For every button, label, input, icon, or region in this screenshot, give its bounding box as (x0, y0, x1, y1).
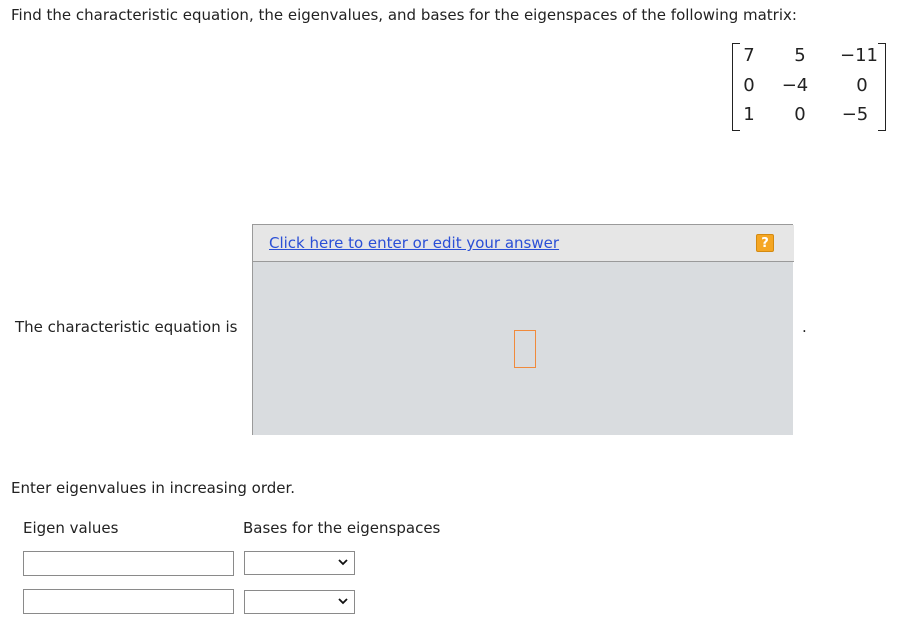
matrix-cell-r2c3: 0 (856, 75, 868, 96)
answer-entry-box[interactable] (514, 330, 536, 368)
matrix-cell-r1c3: −11 (840, 45, 878, 66)
chevron-down-icon (338, 559, 348, 566)
eigenvalue-instruction: Enter eigenvalues in increasing order. (11, 479, 296, 497)
matrix-cell-r3c3: −5 (841, 104, 869, 125)
question-help-icon[interactable]: ? (756, 234, 774, 252)
characteristic-equation-label: The characteristic equation is (15, 318, 238, 336)
matrix-cell-r3c2: 0 (794, 104, 806, 125)
matrix-cell-r1c1: 7 (743, 45, 755, 66)
answer-panel-header: Click here to enter or edit your answer … (253, 225, 794, 262)
matrix-cell-r3c1: 1 (743, 104, 755, 125)
sentence-period: . (802, 318, 807, 336)
question-prompt: Find the characteristic equation, the ei… (11, 6, 797, 24)
matrix-cell-r2c1: 0 (743, 75, 755, 96)
chevron-down-icon (338, 598, 348, 605)
eigenvalues-column-header: Eigen values (23, 519, 119, 537)
matrix-cell-r1c2: 5 (794, 45, 806, 66)
bases-column-header: Bases for the eigenspaces (243, 519, 441, 537)
enter-answer-link[interactable]: Click here to enter or edit your answer (269, 234, 559, 252)
matrix: 7 5 −11 0 −4 0 1 0 −5 (732, 43, 886, 131)
basis-dropdown-2[interactable] (244, 590, 355, 614)
answer-panel[interactable]: Click here to enter or edit your answer … (252, 224, 794, 435)
eigenvalue-input-1[interactable] (23, 551, 234, 576)
eigenvalue-input-2[interactable] (23, 589, 234, 614)
matrix-cell-r2c2: −4 (781, 75, 809, 96)
basis-dropdown-1[interactable] (244, 551, 355, 575)
